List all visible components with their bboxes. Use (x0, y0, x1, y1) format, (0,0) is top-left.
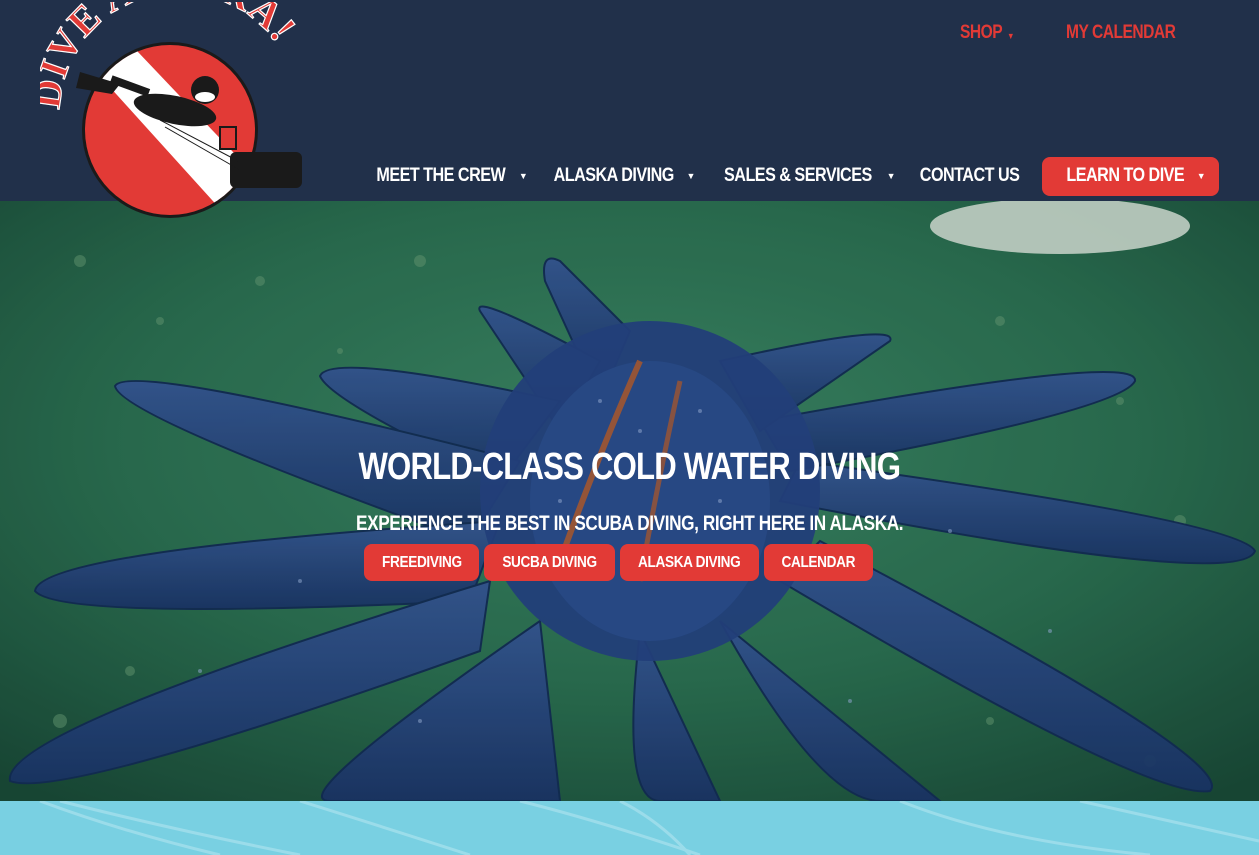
utility-nav: SHOP ▼ MY CALENDAR (960, 22, 1199, 44)
chevron-down-icon: ▼ (886, 171, 896, 181)
hero-title: WORLD-CLASS COLD WATER DIVING (358, 446, 902, 488)
nav-label: CONTACT US (919, 165, 1020, 186)
freediving-button[interactable]: FREEDIVING (364, 544, 479, 581)
shop-label: SHOP (959, 22, 1003, 43)
nav-label: ALASKA DIVING (553, 165, 675, 186)
nav-sales-services[interactable]: SALES & SERVICES ▼ (703, 156, 903, 196)
wave-band (0, 801, 1259, 855)
nav-label: SALES & SERVICES (723, 165, 872, 186)
alaska-diving-button[interactable]: ALASKA DIVING (620, 544, 759, 581)
calendar-button[interactable]: CALENDAR (764, 544, 873, 581)
shop-menu[interactable]: SHOP ▼ (960, 22, 1014, 44)
nav-meet-the-crew[interactable]: MEET THE CREW ▼ (357, 156, 535, 196)
nav-learn-to-dive-button[interactable]: LEARN TO DIVE ▼ (1042, 156, 1219, 196)
site-header: DIVE ALASKA! SHOP ▼ MY CALENDAR MEET THE… (0, 0, 1259, 218)
wave-pattern (39, 801, 1259, 855)
chevron-down-icon: ▼ (1006, 31, 1014, 41)
hero-section: WORLD-CLASS COLD WATER DIVING EXPERIENCE… (0, 201, 1259, 801)
nav-alaska-diving[interactable]: ALASKA DIVING ▼ (535, 156, 703, 196)
main-nav: MEET THE CREW ▼ ALASKA DIVING ▼ SALES & … (357, 156, 1219, 196)
starfish-underwater-image (0, 201, 1259, 801)
nav-contact-us[interactable]: CONTACT US (903, 156, 1036, 196)
chevron-down-icon: ▼ (518, 171, 528, 181)
hero-subtitle: EXPERIENCE THE BEST IN SCUBA DIVING, RIG… (355, 512, 904, 535)
nav-label: LEARN TO DIVE (1066, 165, 1185, 186)
nav-label: MEET THE CREW (376, 165, 506, 186)
hero-button-group: FREEDIVING SUCBA DIVING ALASKA DIVING CA… (364, 544, 873, 581)
chevron-down-icon: ▼ (686, 171, 696, 181)
scuba-diving-button[interactable]: SUCBA DIVING (484, 544, 615, 581)
my-calendar-label: MY CALENDAR (1065, 22, 1176, 43)
dive-alaska-logo[interactable]: DIVE ALASKA! (40, 2, 310, 220)
chevron-down-icon: ▼ (1196, 171, 1206, 181)
my-calendar-link[interactable]: MY CALENDAR (1065, 22, 1176, 44)
